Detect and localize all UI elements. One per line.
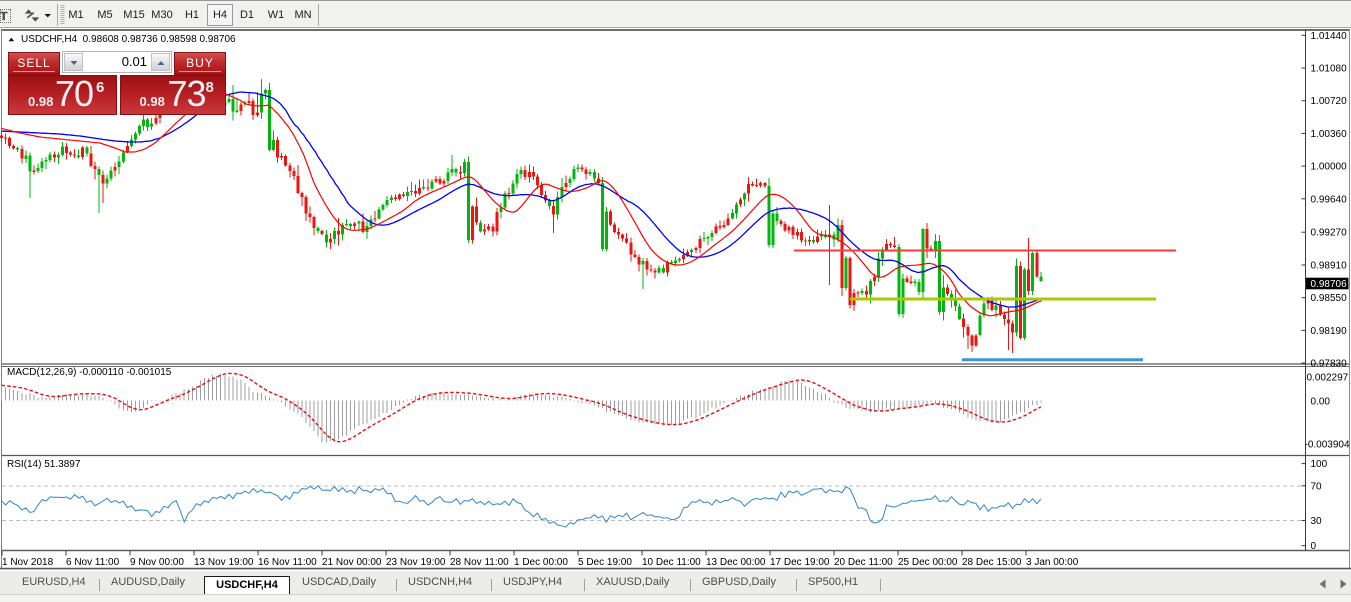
svg-text:0.98550: 0.98550 — [1311, 293, 1348, 304]
svg-text:5 Dec 19:00: 5 Dec 19:00 — [578, 557, 632, 568]
svg-text:1 Dec 00:00: 1 Dec 00:00 — [514, 557, 568, 568]
svg-text:3 Jan 00:00: 3 Jan 00:00 — [1026, 557, 1079, 568]
svg-text:0.97830: 0.97830 — [1311, 359, 1348, 370]
svg-text:0.00: 0.00 — [1311, 396, 1331, 407]
svg-text:28 Dec 15:00: 28 Dec 15:00 — [962, 557, 1022, 568]
svg-text:13 Dec 00:00: 13 Dec 00:00 — [706, 557, 766, 568]
svg-text:0.99640: 0.99640 — [1311, 194, 1348, 205]
svg-text:70: 70 — [1311, 481, 1323, 492]
svg-text:1.00360: 1.00360 — [1311, 129, 1348, 140]
svg-text:-0.003904: -0.003904 — [1305, 440, 1350, 451]
svg-text:16 Nov 11:00: 16 Nov 11:00 — [258, 557, 317, 568]
svg-text:17 Dec 19:00: 17 Dec 19:00 — [770, 557, 830, 568]
svg-text:0.99270: 0.99270 — [1311, 228, 1348, 239]
svg-text:20 Dec 11:00: 20 Dec 11:00 — [834, 557, 893, 568]
svg-text:1 Nov 2018: 1 Nov 2018 — [2, 557, 54, 568]
svg-text:0.98706: 0.98706 — [1311, 279, 1348, 290]
svg-text:10 Dec 11:00: 10 Dec 11:00 — [642, 557, 701, 568]
svg-text:23 Nov 19:00: 23 Nov 19:00 — [386, 557, 446, 568]
svg-text:9 Nov 00:00: 9 Nov 00:00 — [130, 557, 184, 568]
svg-text:0.98190: 0.98190 — [1311, 326, 1348, 337]
svg-text:1.00720: 1.00720 — [1311, 96, 1348, 107]
svg-text:100: 100 — [1311, 459, 1328, 470]
svg-text:0.98910: 0.98910 — [1311, 261, 1348, 272]
svg-text:1.00000: 1.00000 — [1311, 162, 1348, 173]
svg-text:0.002297: 0.002297 — [1307, 373, 1349, 384]
svg-text:13 Nov 19:00: 13 Nov 19:00 — [194, 557, 254, 568]
svg-text:6 Nov 11:00: 6 Nov 11:00 — [66, 557, 120, 568]
svg-text:USDCHF,H4 0.98608 0.98736 0.9: USDCHF,H4 0.98608 0.98736 0.98598 0.9870… — [21, 34, 236, 45]
svg-text:0: 0 — [1311, 541, 1317, 552]
svg-text:30: 30 — [1311, 516, 1323, 527]
svg-text:RSI(14) 51.3897: RSI(14) 51.3897 — [7, 459, 81, 470]
svg-text:MACD(12,26,9) -0.000110 -0.001: MACD(12,26,9) -0.000110 -0.001015 — [7, 367, 172, 378]
svg-text:25 Dec 00:00: 25 Dec 00:00 — [898, 557, 958, 568]
svg-text:1.01080: 1.01080 — [1311, 64, 1348, 75]
svg-text:1.01440: 1.01440 — [1311, 31, 1348, 42]
svg-text:21 Nov 00:00: 21 Nov 00:00 — [322, 557, 382, 568]
svg-text:28 Nov 11:00: 28 Nov 11:00 — [450, 557, 509, 568]
